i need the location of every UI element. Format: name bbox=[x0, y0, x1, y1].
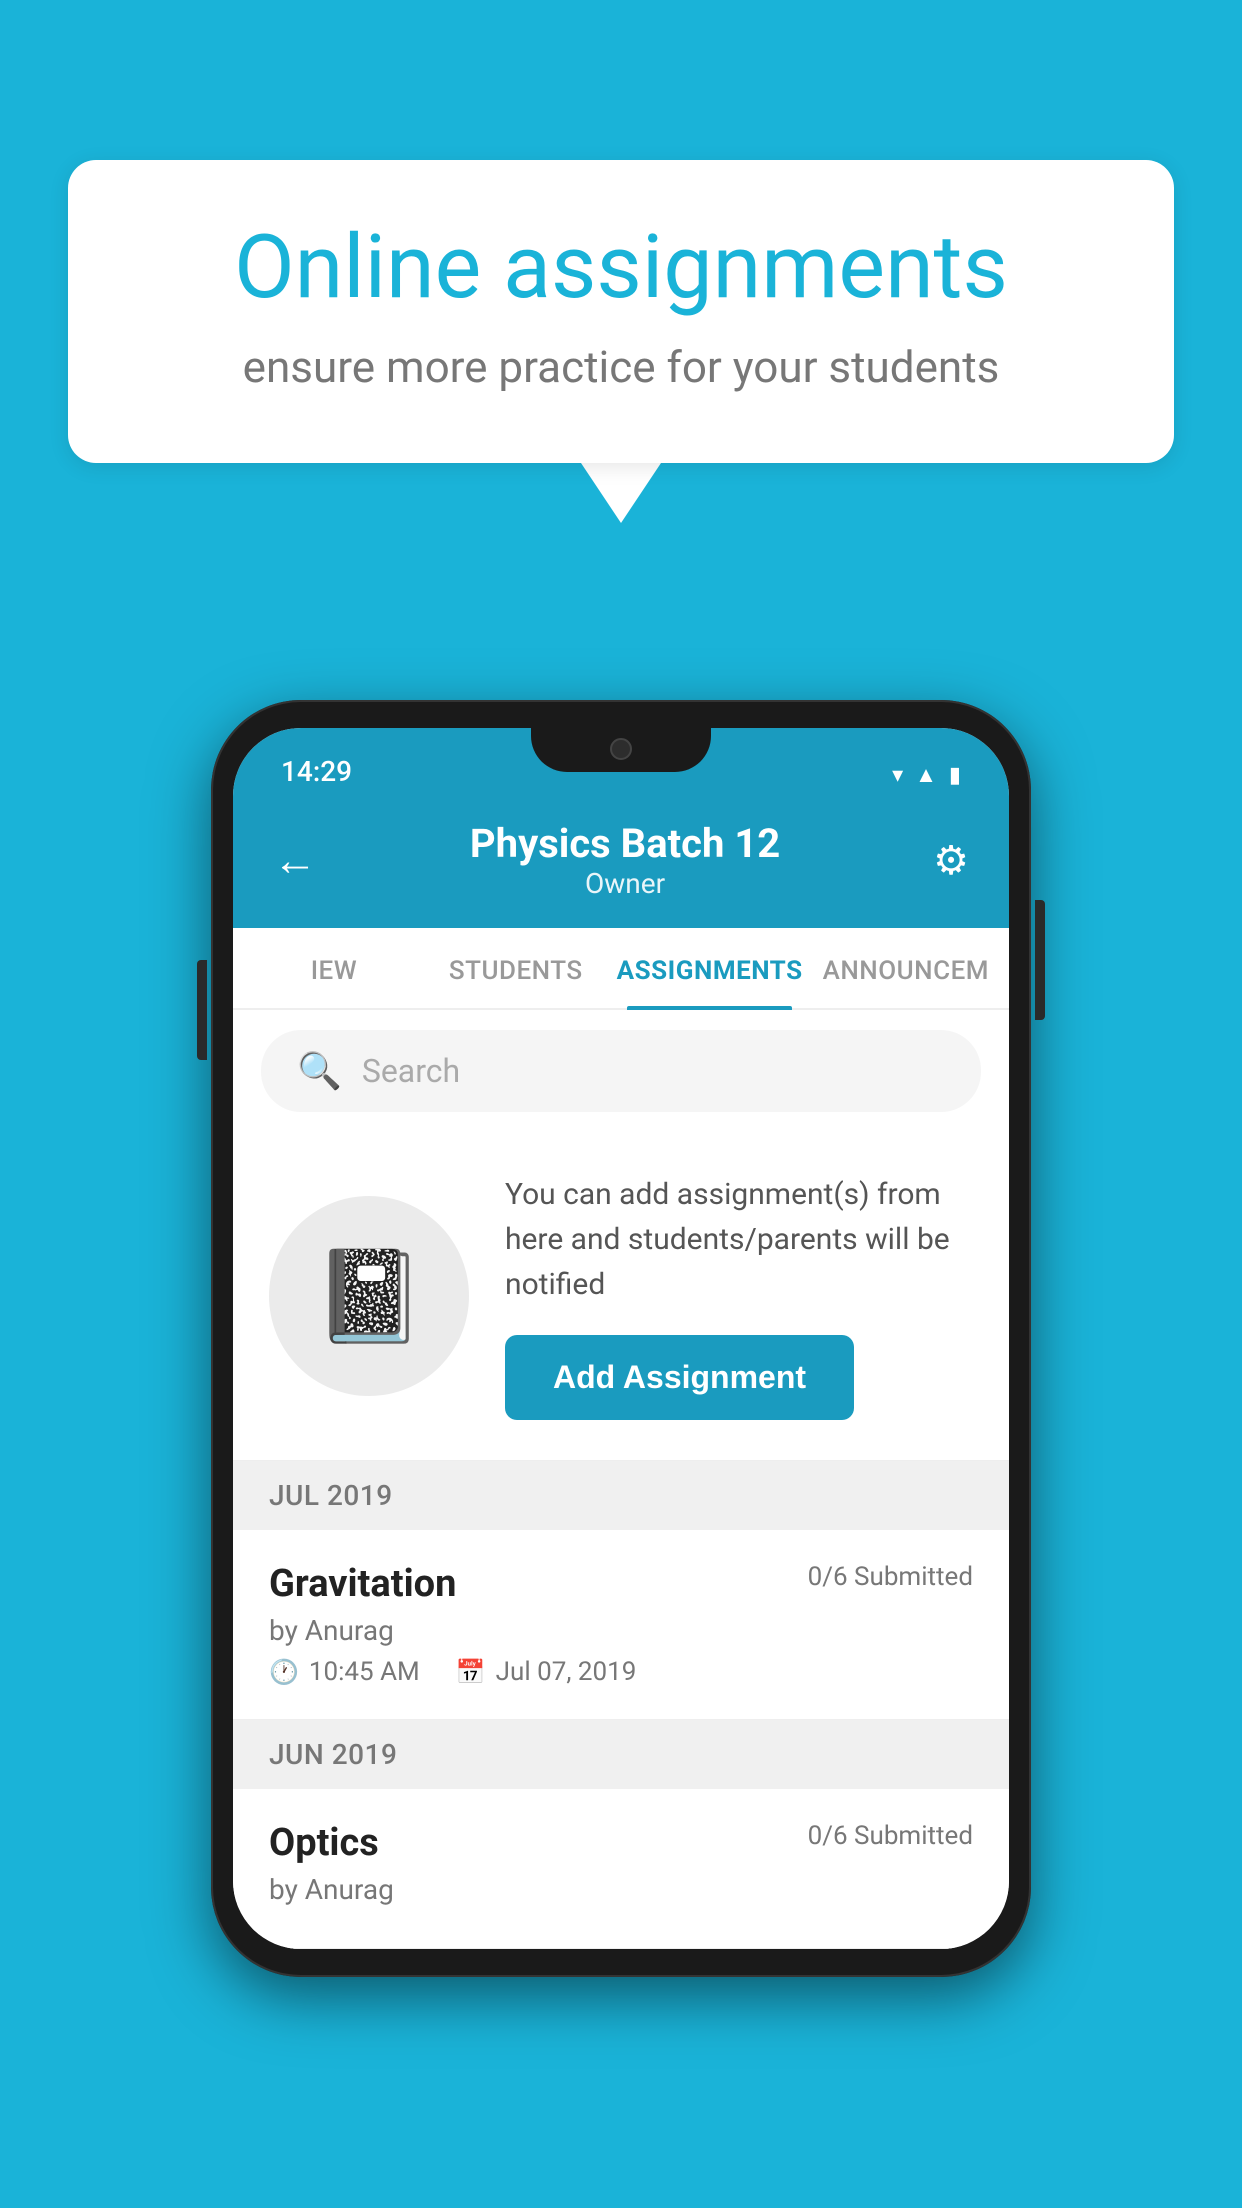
info-section: 📓 You can add assignment(s) from here an… bbox=[233, 1132, 1009, 1461]
phone-notch bbox=[531, 728, 711, 772]
phone-outer: 14:29 ▾ ▲ ▮ ← Physics Batch 12 Owner ⚙ bbox=[211, 700, 1031, 1977]
assignment-name: Gravitation bbox=[269, 1562, 456, 1606]
optics-by: by Anurag bbox=[269, 1873, 973, 1906]
settings-icon[interactable]: ⚙ bbox=[933, 837, 969, 884]
header-title: Physics Batch 12 bbox=[470, 820, 780, 867]
speech-bubble-title: Online assignments bbox=[148, 220, 1094, 317]
notebook-icon: 📓 bbox=[313, 1244, 425, 1349]
search-icon: 🔍 bbox=[297, 1050, 342, 1092]
assignment-by: by Anurag bbox=[269, 1614, 973, 1647]
signal-icon: ▲ bbox=[915, 762, 937, 788]
assignment-meta: 🕐 10:45 AM 📅 Jul 07, 2019 bbox=[269, 1657, 973, 1687]
battery-icon: ▮ bbox=[949, 763, 961, 788]
search-container: 🔍 Search bbox=[233, 1010, 1009, 1132]
header-subtitle: Owner bbox=[470, 867, 780, 900]
search-input[interactable]: Search bbox=[362, 1052, 460, 1090]
phone-screen: 14:29 ▾ ▲ ▮ ← Physics Batch 12 Owner ⚙ bbox=[233, 728, 1009, 1949]
clock-icon: 🕐 bbox=[269, 1658, 299, 1686]
tabs: IEW STUDENTS ASSIGNMENTS ANNOUNCEM bbox=[233, 928, 1009, 1010]
speech-bubble-tail bbox=[581, 463, 661, 523]
assignment-time-value: 10:45 AM bbox=[309, 1657, 420, 1687]
speech-bubble-wrapper: Online assignments ensure more practice … bbox=[68, 160, 1174, 523]
assignment-date: 📅 Jul 07, 2019 bbox=[456, 1657, 637, 1687]
tab-announcements[interactable]: ANNOUNCEM bbox=[813, 928, 999, 1008]
info-icon-circle: 📓 bbox=[269, 1196, 469, 1396]
add-assignment-button[interactable]: Add Assignment bbox=[505, 1335, 854, 1420]
assignment-date-value: Jul 07, 2019 bbox=[496, 1657, 637, 1687]
info-description: You can add assignment(s) from here and … bbox=[505, 1172, 973, 1307]
back-button[interactable]: ← bbox=[273, 834, 317, 886]
optics-row1: Optics 0/6 Submitted bbox=[269, 1821, 973, 1865]
status-icons: ▾ ▲ ▮ bbox=[892, 762, 961, 788]
assignment-item-gravitation[interactable]: Gravitation 0/6 Submitted by Anurag 🕐 10… bbox=[233, 1530, 1009, 1720]
assignment-time: 🕐 10:45 AM bbox=[269, 1657, 420, 1687]
wifi-icon: ▾ bbox=[892, 763, 903, 788]
tab-assignments[interactable]: ASSIGNMENTS bbox=[607, 928, 813, 1008]
app-header: ← Physics Batch 12 Owner ⚙ bbox=[233, 800, 1009, 928]
header-center: Physics Batch 12 Owner bbox=[470, 820, 780, 900]
phone-wrapper: 14:29 ▾ ▲ ▮ ← Physics Batch 12 Owner ⚙ bbox=[211, 700, 1031, 1977]
assignment-item-optics[interactable]: Optics 0/6 Submitted by Anurag bbox=[233, 1789, 1009, 1949]
info-text-area: You can add assignment(s) from here and … bbox=[505, 1172, 973, 1420]
optics-name: Optics bbox=[269, 1821, 379, 1865]
assignment-row1: Gravitation 0/6 Submitted bbox=[269, 1562, 973, 1606]
speech-bubble: Online assignments ensure more practice … bbox=[68, 160, 1174, 463]
calendar-icon: 📅 bbox=[456, 1658, 486, 1686]
month-separator-jun: JUN 2019 bbox=[233, 1720, 1009, 1789]
search-bar[interactable]: 🔍 Search bbox=[261, 1030, 981, 1112]
optics-status: 0/6 Submitted bbox=[808, 1821, 973, 1851]
camera-notch bbox=[610, 738, 632, 760]
speech-bubble-subtitle: ensure more practice for your students bbox=[148, 341, 1094, 393]
month-separator-jul: JUL 2019 bbox=[233, 1461, 1009, 1530]
tab-iew[interactable]: IEW bbox=[243, 928, 425, 1008]
tab-students[interactable]: STUDENTS bbox=[425, 928, 607, 1008]
assignment-status: 0/6 Submitted bbox=[808, 1562, 973, 1592]
status-time: 14:29 bbox=[281, 755, 352, 788]
